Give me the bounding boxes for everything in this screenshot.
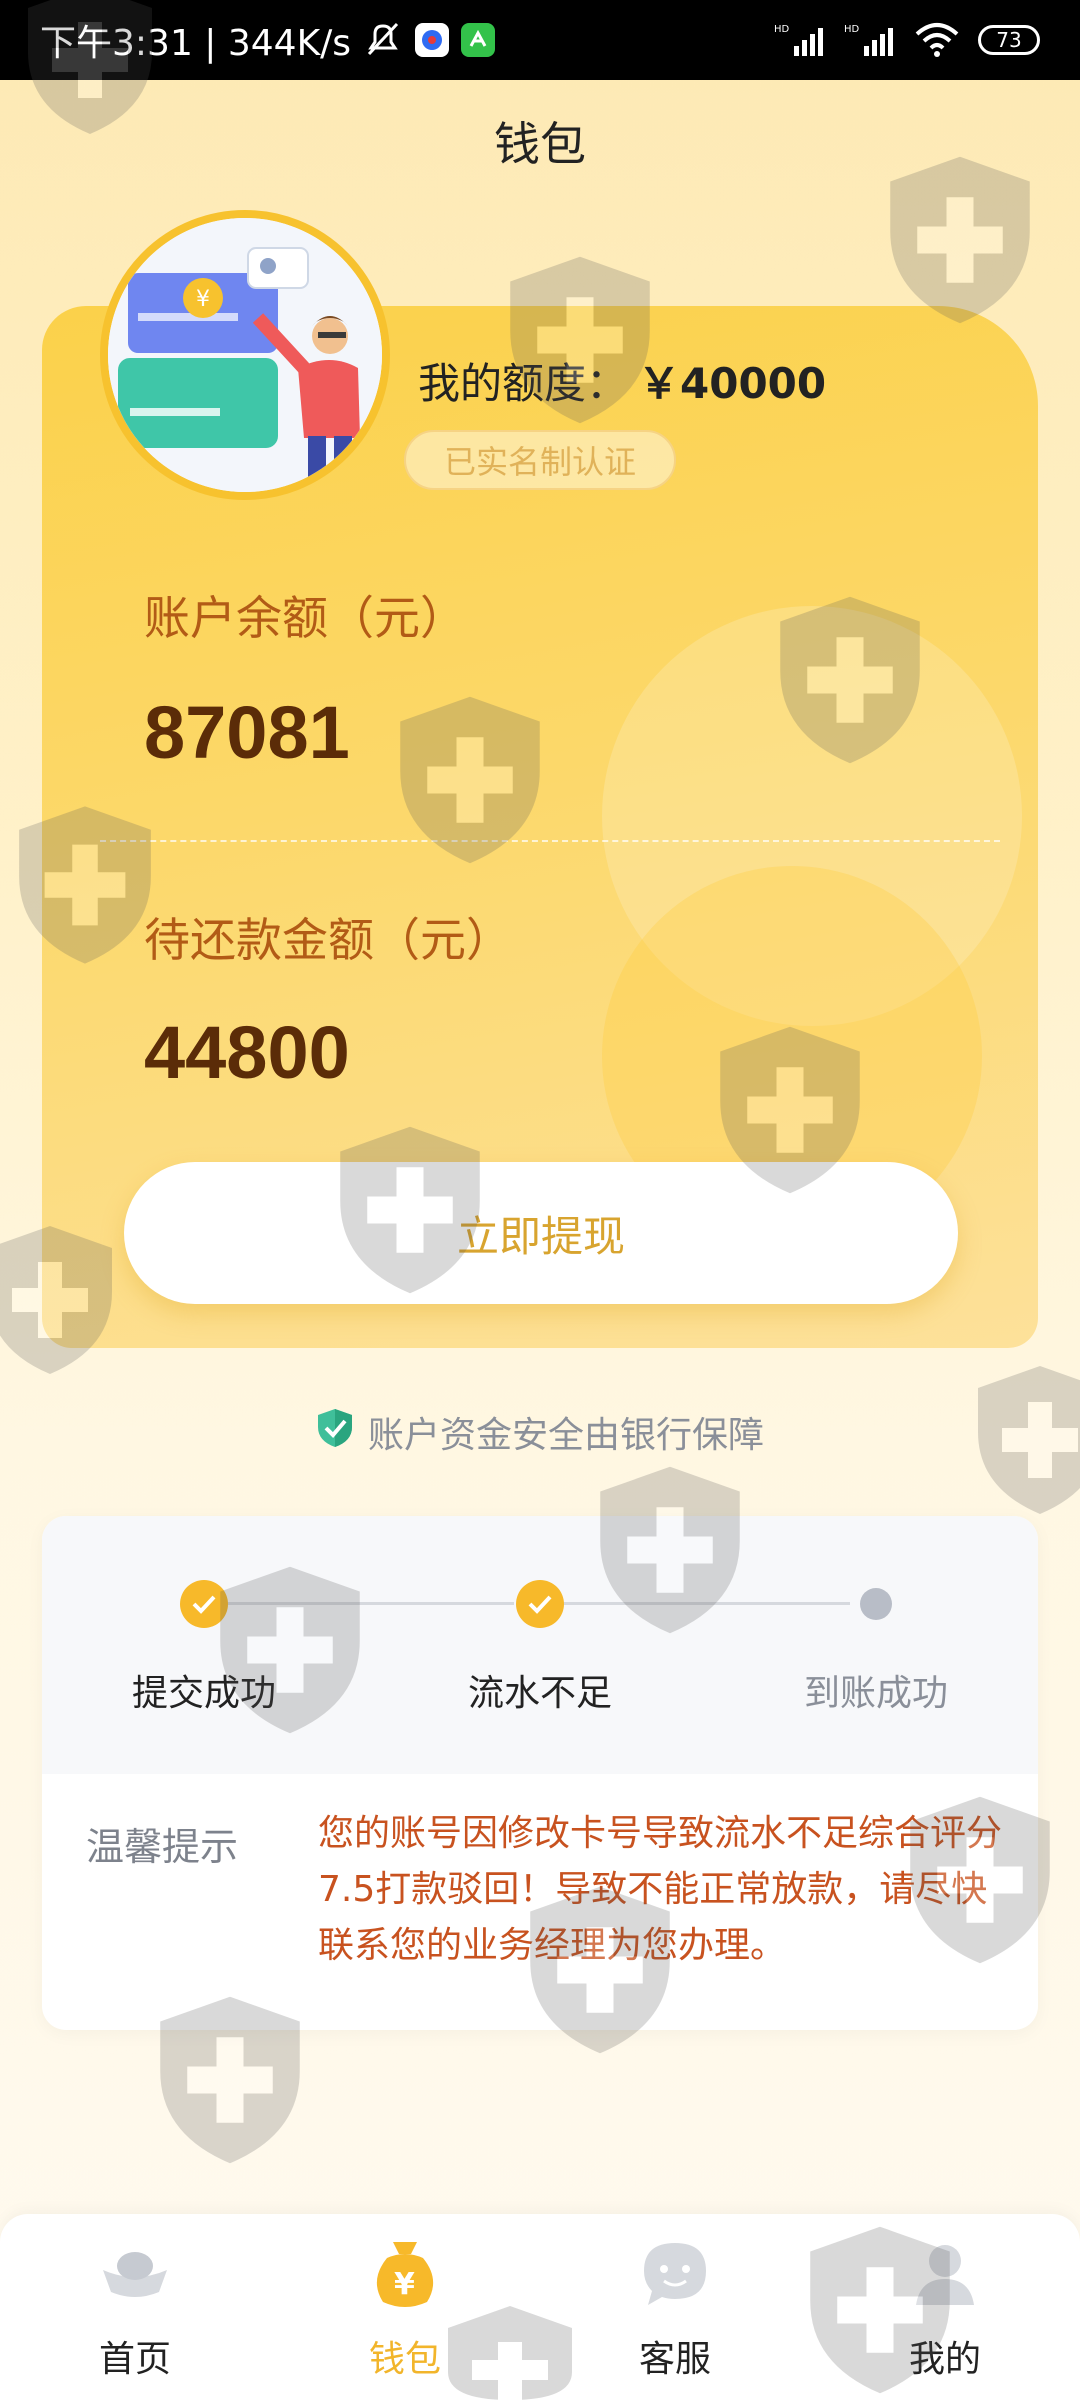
progress-steps: 提交成功 流水不足 到账成功 bbox=[42, 1516, 1038, 1774]
nav-service[interactable]: 客服 bbox=[540, 2214, 810, 2400]
step-connector bbox=[558, 1602, 850, 1605]
nav-mine[interactable]: 我的 bbox=[810, 2214, 1080, 2400]
shield-watermark-icon bbox=[890, 156, 1030, 324]
step-label: 流水不足 bbox=[467, 1673, 612, 1714]
repay-label: 待还款金额（元） bbox=[144, 913, 512, 967]
ingot-icon bbox=[95, 2234, 175, 2314]
battery-icon: 73 bbox=[978, 25, 1040, 55]
repay-value: 44800 bbox=[144, 1011, 350, 1094]
nav-home[interactable]: 首页 bbox=[0, 2214, 270, 2400]
step-label: 提交成功 bbox=[131, 1673, 276, 1714]
app-store-icon bbox=[461, 23, 496, 57]
nav-label: 首页 bbox=[98, 2339, 171, 2380]
safety-note-text: 账户资金安全由银行保障 bbox=[367, 1415, 764, 1456]
svg-text:HD: HD bbox=[844, 24, 860, 35]
page-title: 钱包 bbox=[494, 117, 586, 171]
svg-text:HD: HD bbox=[774, 24, 790, 35]
shield-check-icon bbox=[316, 1407, 354, 1458]
signal-icon: HD bbox=[774, 22, 826, 58]
svg-text:¥: ¥ bbox=[196, 287, 210, 312]
credit-limit-amount: ￥40000 bbox=[638, 359, 827, 408]
status-bar: 下午3:31 | 344K/s HD HD 73 bbox=[0, 0, 1080, 80]
mute-icon bbox=[363, 22, 403, 58]
tip-label: 温馨提示 bbox=[86, 1825, 239, 1869]
nav-label: 钱包 bbox=[368, 2339, 441, 2380]
status-time-speed: 下午3:31 | 344K/s bbox=[40, 23, 352, 64]
verified-badge: 已实名制认证 bbox=[404, 430, 676, 490]
money-bag-icon: ¥ bbox=[365, 2234, 445, 2314]
step-pending-dot bbox=[860, 1588, 892, 1620]
tip-text: 您的账号因修改卡号导致流水不足综合评分7.5打款驳回！导致不能正常放款，请尽快联… bbox=[318, 1813, 1003, 1966]
balance-label: 账户余额（元） bbox=[144, 591, 466, 645]
bottom-nav: 首页 ¥ 钱包 客服 我的 bbox=[0, 2214, 1080, 2400]
withdraw-progress-panel: 提交成功 流水不足 到账成功 温馨提示 您的账号因修改卡号导致流水不足综合评分7… bbox=[42, 1516, 1038, 2030]
credit-limit: 我的额度： ￥40000 bbox=[418, 350, 826, 411]
credit-limit-label: 我的额度： bbox=[418, 359, 629, 408]
balance-value: 87081 bbox=[144, 691, 350, 774]
chat-bubble-icon bbox=[635, 2234, 715, 2314]
step-label: 到账成功 bbox=[803, 1673, 948, 1714]
step-connector bbox=[222, 1602, 514, 1605]
svg-text:¥: ¥ bbox=[394, 2267, 415, 2302]
wifi-icon bbox=[914, 22, 960, 58]
safety-note: 账户资金安全由银行保障 bbox=[0, 1406, 1080, 1458]
nav-wallet[interactable]: ¥ 钱包 bbox=[270, 2214, 540, 2400]
nav-label: 我的 bbox=[908, 2339, 981, 2380]
step-done-check-icon bbox=[180, 1580, 228, 1628]
card-divider bbox=[100, 840, 1000, 842]
wallet-illustration: ¥ bbox=[100, 210, 390, 500]
step-done-check-icon bbox=[516, 1580, 564, 1628]
withdraw-button[interactable]: 立即提现 bbox=[124, 1162, 958, 1304]
person-icon bbox=[905, 2234, 985, 2314]
signal-icon: HD bbox=[844, 22, 896, 58]
baidu-app-icon bbox=[415, 23, 450, 57]
nav-label: 客服 bbox=[638, 2339, 711, 2380]
